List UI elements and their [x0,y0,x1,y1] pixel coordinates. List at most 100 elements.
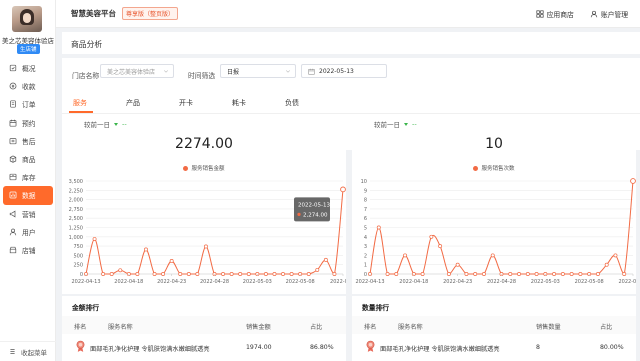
sidebar-item-3[interactable]: 预约 [0,114,56,132]
y-tick-label: 250 [73,263,83,269]
sidebar-item-2[interactable]: 订单 [0,95,56,113]
app-store-link[interactable]: 应用商店 [536,9,574,19]
total-amount: 2274.00 [175,136,233,152]
data-point [429,234,434,239]
edition-badge[interactable]: 尊享版（整页版） [122,7,179,20]
collapse-menu-button[interactable]: 收起菜单 [0,341,56,361]
x-tick-label: 2022-04-13 [355,279,384,285]
data-point [152,272,157,276]
x-tick-label: 2022-05-08 [286,279,315,285]
app-store-label: 应用商店 [546,11,574,19]
sidebar-item-label: 售后 [22,137,36,146]
header-rank: 排名 [74,324,87,331]
tab-1[interactable]: 产品 [122,98,175,112]
account-label: 账户管理 [600,11,628,19]
legend-label: 服务销售金额 [191,166,225,172]
amount-ranking-card: 金额排行 排名 服务名称 销售金额 占比 面部毛孔净化护理 令肌肤饱满水嫩细腻透… [62,296,346,361]
chart-legend[interactable]: 服务销售金额 [62,164,346,172]
user-icon [590,10,597,18]
sidebar-item-9[interactable]: 用户 [0,223,56,241]
x-tick-label: 2022-04-18 [114,279,143,285]
y-tick-label: 3,500 [69,179,83,185]
data-point [178,272,183,276]
legend-dot [183,165,189,171]
data-point [221,272,226,276]
data-point [169,259,174,263]
store-logo[interactable] [12,6,42,32]
sidebar-item-label: 营销 [22,210,36,219]
data-point [455,262,460,267]
tab-3[interactable]: 耗卡 [228,98,281,112]
header-sales-amount: 销售金额 [246,324,271,331]
sidebar-item-label: 用户 [22,228,36,237]
y-tick-label: 1,000 [69,235,83,241]
tab-2[interactable]: 开卡 [175,98,228,112]
sales-amount: 1974.00 [246,344,272,351]
time-select[interactable]: 日报 [220,64,296,78]
table-header: 排名 服务名称 销售数量 占比 [352,316,636,334]
table-row[interactable]: 面部毛孔净化护理 令肌肤饱满水嫩细腻透亮 1974.00 86.80% [62,338,346,356]
sidebar-item-10[interactable]: 店铺 [0,241,56,259]
trend-down-icon [114,122,118,126]
sidebar-item-0[interactable]: 概况 [0,59,56,77]
sidebar-item-label: 订单 [22,101,36,110]
count-line-chart[interactable]: 0 1 2 3 4 5 6 7 8 9 10 2022-04-13 2022-04-18 2022-04-… [352,176,636,294]
data-point [525,272,530,276]
sidebar-item-1[interactable]: 收款 [0,77,56,95]
header-service-name: 服务名称 [398,324,423,331]
data-point [473,272,478,276]
sidebar-item-4[interactable]: 售后 [0,132,56,150]
data-point [101,272,106,276]
percent: 80.00% [600,344,624,351]
marketing-icon [9,210,17,218]
store-select-placeholder: 美之芯美容体验店 [107,68,156,76]
data-point [238,272,243,276]
date-picker[interactable]: 2022-05-13 [301,64,387,78]
chart-tooltip: 2022-05-13 2,274.00 [294,197,330,222]
data-point [385,272,390,276]
percent: 86.80% [310,344,334,351]
store-badge[interactable]: 生店铺 [17,44,40,54]
x-tick-label: 2022-05-1 [330,279,346,285]
store-filter-label: 门店名称 [72,72,100,80]
chart-legend[interactable]: 服务销售次数 [352,164,636,172]
y-tick-label: 0 [364,272,367,278]
store-select[interactable]: 美之芯美容体验店 [100,64,174,78]
amount-line-chart[interactable]: 0 250 500 750 1,000 1,250 2,500 2,750 2,000 2,250… [62,176,346,294]
data-icon [9,191,17,199]
service-name: 面部毛孔净化护理 令肌肤饱满水嫩细腻透亮 [90,346,210,353]
data-point [109,272,114,276]
x-tick-label: 2022-04-13 [71,279,100,285]
page-header: 商品分析 [62,32,640,54]
data-point [613,253,618,258]
sidebar-item-5[interactable]: 商品 [0,150,56,168]
data-point [144,247,148,252]
x-tick-label: 2022-05-03 [243,279,272,285]
data-point [482,272,486,276]
tab-0[interactable]: 服务 [69,98,122,112]
divider [62,113,640,114]
data-point [604,262,609,267]
sidebar-item-label: 商品 [22,156,36,165]
collapse-label: 收起菜单 [21,348,47,357]
tab-4[interactable]: 负债 [281,98,334,112]
y-tick-label: 2,500 [69,216,83,222]
sidebar-item-label: 库存 [22,174,36,183]
data-point [281,272,285,276]
x-tick-label: 2022-04-23 [157,279,186,285]
compare-value: -- [412,120,417,128]
sidebar-item-label: 概况 [22,65,36,74]
table-row[interactable]: 面部毛孔净化护理 令肌肤饱满水嫩细腻透亮 8 80.00% [352,338,636,356]
y-tick-label: 7 [364,207,367,213]
data-point [340,186,346,193]
compare-row: 较前一日 -- [84,119,127,129]
y-tick-label: 500 [73,253,83,259]
account-link[interactable]: 账户管理 [590,9,628,19]
sidebar-item-6[interactable]: 库存 [0,168,56,186]
sidebar-item-8[interactable]: 营销 [0,205,56,223]
header-sales-count: 销售数量 [536,324,561,331]
time-filter-label: 时间筛选 [188,72,216,80]
y-tick-label: 3 [364,244,367,250]
sidebar-item-7[interactable]: 数据 [3,186,53,205]
y-tick-label: 2 [364,253,367,259]
